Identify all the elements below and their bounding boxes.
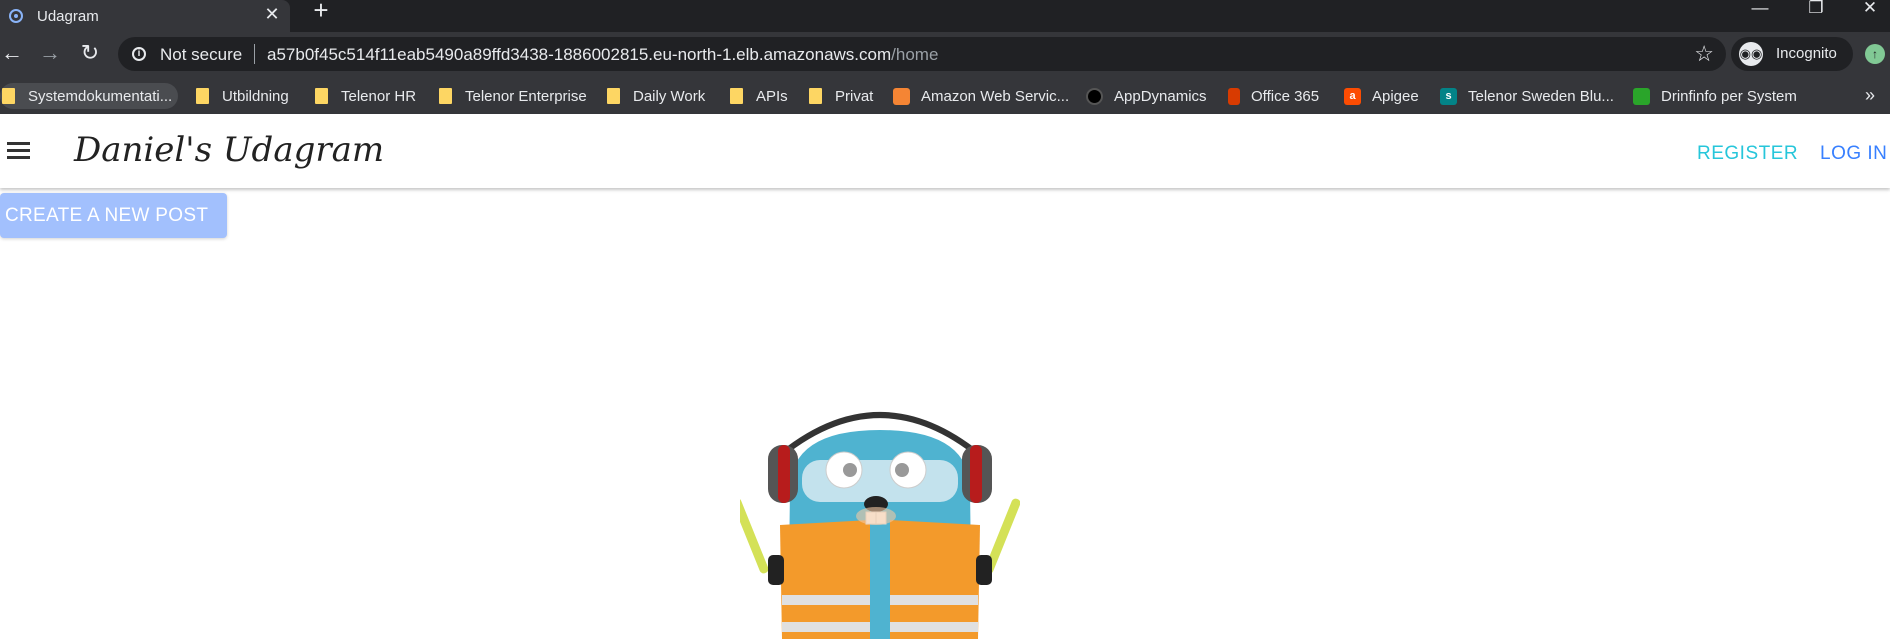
chevron-right-icon[interactable]: » xyxy=(1865,85,1875,106)
bookmark-label: Amazon Web Servic... xyxy=(921,87,1070,105)
star-icon[interactable]: ☆ xyxy=(1694,41,1714,67)
update-icon[interactable]: ↑ xyxy=(1865,44,1885,64)
browser-toolbar: ← → ↻ i Not secure a57b0f45c514f11eab549… xyxy=(0,32,1890,76)
create-post-button[interactable]: CREATE A NEW POST xyxy=(0,193,227,238)
info-icon[interactable]: i xyxy=(132,47,146,61)
incognito-badge[interactable]: ◉◉ Incognito xyxy=(1731,37,1853,71)
bookmarks-bar: Systemdokumentati... Utbildning Telenor … xyxy=(0,76,1890,114)
bookmark-aws[interactable]: Amazon Web Servic... xyxy=(893,83,1069,109)
folder-icon xyxy=(2,88,15,104)
office-icon xyxy=(1228,87,1240,105)
appdynamics-icon xyxy=(1086,87,1103,105)
incognito-icon: ◉◉ xyxy=(1739,42,1763,66)
folder-icon xyxy=(439,88,452,104)
bookmark-label: Telenor HR xyxy=(341,87,417,105)
register-link[interactable]: REGISTER xyxy=(1697,143,1798,165)
security-label[interactable]: Not secure xyxy=(160,45,242,65)
divider xyxy=(254,44,255,64)
aws-icon xyxy=(893,87,910,105)
window-close-icon[interactable]: ✕ xyxy=(1850,0,1890,20)
bookmark-label: Office 365 xyxy=(1251,87,1320,105)
tab-title: Udagram xyxy=(37,8,99,25)
folder-icon xyxy=(196,88,209,104)
tab-udagram[interactable]: Udagram ✕ xyxy=(0,0,290,32)
bookmark-label: APIs xyxy=(756,87,788,105)
url-text[interactable]: a57b0f45c514f11eab5490a89ffd3438-1886002… xyxy=(267,45,938,65)
bookmark-label: Telenor Sweden Blu... xyxy=(1468,87,1614,105)
bookmark-apis[interactable]: APIs xyxy=(728,83,788,109)
bookmark-daily-work[interactable]: Daily Work xyxy=(605,83,705,109)
reload-icon[interactable]: ↻ xyxy=(75,38,105,68)
bookmark-privat[interactable]: Privat xyxy=(807,83,873,109)
udagram-icon xyxy=(9,9,23,23)
app-header: Daniel's Udagram REGISTER LOG IN xyxy=(0,114,1890,188)
forward-icon[interactable]: → xyxy=(35,38,65,68)
sharepoint-icon: s xyxy=(1440,87,1457,105)
minimize-icon[interactable]: — xyxy=(1740,0,1780,20)
bookmark-label: Drinfinfo per System xyxy=(1661,87,1797,105)
app-brand: Daniel's Udagram xyxy=(74,130,385,170)
new-tab-icon[interactable]: + xyxy=(309,0,333,23)
bookmark-drinfinfo[interactable]: Drinfinfo per System xyxy=(1633,83,1797,109)
bookmark-systemdokumentation[interactable]: Systemdokumentati... xyxy=(0,83,179,109)
bookmark-label: Apigee xyxy=(1372,87,1419,105)
drinfinfo-icon xyxy=(1633,87,1650,105)
gopher-mascot-image xyxy=(740,412,1020,639)
close-icon[interactable]: ✕ xyxy=(262,4,282,25)
tab-strip: Udagram ✕ + — ❐ ✕ xyxy=(0,0,1890,32)
bookmark-utbildning[interactable]: Utbildning xyxy=(194,83,289,109)
folder-icon xyxy=(730,88,743,104)
bookmark-label: Systemdokumentati... xyxy=(28,87,173,105)
bookmark-appdynamics[interactable]: AppDynamics xyxy=(1086,83,1207,109)
url-host: a57b0f45c514f11eab5490a89ffd3438-1886002… xyxy=(267,45,892,64)
address-bar[interactable]: i Not secure a57b0f45c514f11eab5490a89ff… xyxy=(118,37,1726,71)
folder-icon xyxy=(315,88,328,104)
folder-icon xyxy=(809,88,822,104)
bookmark-label: Utbildning xyxy=(222,87,289,105)
restore-icon[interactable]: ❐ xyxy=(1796,0,1836,20)
bookmark-label: Daily Work xyxy=(633,87,706,105)
bookmark-apigee[interactable]: a Apigee xyxy=(1344,83,1419,109)
incognito-label: Incognito xyxy=(1776,45,1837,62)
bookmark-telenor-enterprise[interactable]: Telenor Enterprise xyxy=(437,83,587,109)
bookmark-office-365[interactable]: Office 365 xyxy=(1228,83,1319,109)
menu-icon[interactable] xyxy=(7,142,30,160)
login-link[interactable]: LOG IN xyxy=(1820,143,1887,165)
url-path: /home xyxy=(891,45,939,64)
bookmark-label: AppDynamics xyxy=(1114,87,1207,105)
bookmark-label: Telenor Enterprise xyxy=(465,87,587,105)
bookmark-label: Privat xyxy=(835,87,874,105)
apigee-icon: a xyxy=(1344,87,1361,105)
bookmark-telenor-sweden[interactable]: s Telenor Sweden Blu... xyxy=(1440,83,1614,109)
folder-icon xyxy=(607,88,620,104)
bookmark-telenor-hr[interactable]: Telenor HR xyxy=(313,83,416,109)
back-icon[interactable]: ← xyxy=(0,38,27,68)
